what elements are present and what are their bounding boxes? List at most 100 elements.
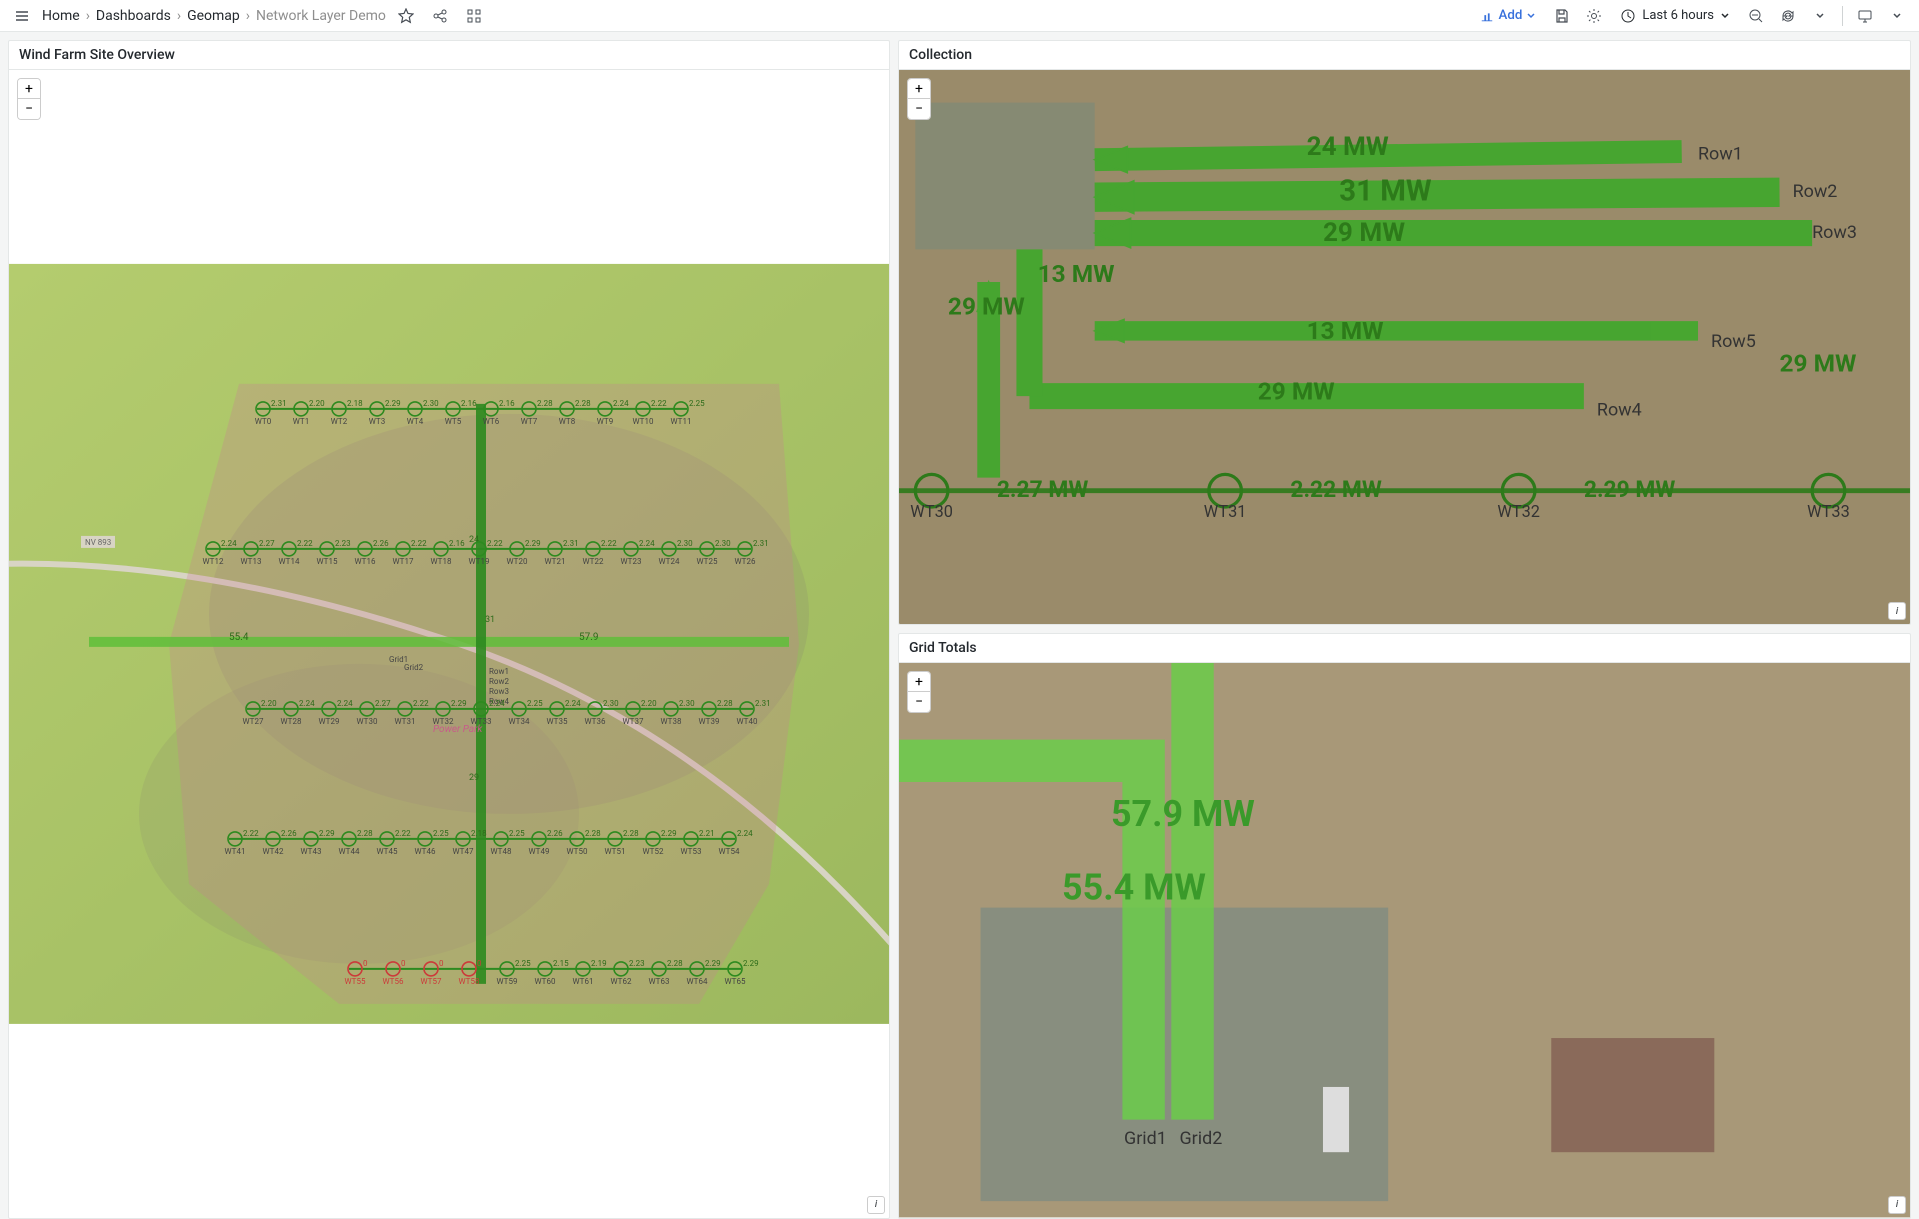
- turbine-label: WT10: [633, 417, 654, 426]
- breadcrumb-home[interactable]: Home: [42, 8, 80, 24]
- turbine-value: 2.25: [433, 829, 449, 838]
- panel-title[interactable]: Collection: [899, 41, 1910, 70]
- turbine-value: 2.25: [527, 699, 543, 708]
- svg-text:Grid2: Grid2: [404, 663, 424, 672]
- turbine-value: 2.25: [689, 399, 705, 408]
- turbine-value: 2.24: [299, 699, 315, 708]
- turbine-label: WT11: [671, 417, 692, 426]
- turbine-label: WT33: [471, 717, 492, 726]
- zoom-out-button[interactable]: −: [908, 99, 930, 119]
- turbine-label: WT65: [725, 977, 746, 986]
- turbine-label: WT53: [681, 847, 702, 856]
- turbine-value: 2.24: [639, 539, 655, 548]
- add-button[interactable]: Add: [1472, 4, 1544, 27]
- turbine-value: 2.29: [743, 959, 759, 968]
- turbine-label: WT56: [383, 977, 404, 986]
- turbine-value: 2.29: [319, 829, 335, 838]
- svg-text:24 MW: 24 MW: [1307, 132, 1389, 162]
- turbine-value: 2.28: [717, 699, 733, 708]
- turbine-value: 2.23: [335, 539, 351, 548]
- panel-grid-totals: Grid Totals +− i 57.9 MW 55.4 MW Grid1 G…: [898, 633, 1911, 1218]
- monitor-icon[interactable]: [1851, 2, 1879, 30]
- turbine-label: WT52: [643, 847, 664, 856]
- turbine-value: 2.29: [385, 399, 401, 408]
- panel-title[interactable]: Grid Totals: [899, 634, 1910, 663]
- turbine-label: WT54: [719, 847, 740, 856]
- svg-text:29 MW: 29 MW: [1323, 218, 1405, 248]
- svg-text:Row2: Row2: [489, 677, 510, 686]
- turbine-value: 2.28: [575, 399, 591, 408]
- turbine-label: WT48: [491, 847, 512, 856]
- chevron-down-icon[interactable]: [1883, 2, 1911, 30]
- svg-text:Row2: Row2: [1793, 181, 1838, 202]
- turbine-value: 0: [401, 959, 406, 968]
- apps-icon[interactable]: [460, 2, 488, 30]
- turbine-value: 2.16: [449, 539, 465, 548]
- turbine-label: WT50: [567, 847, 588, 856]
- turbine-label: WT25: [697, 557, 718, 566]
- turbine-label: WT4: [407, 417, 424, 426]
- overview-map[interactable]: NV 893 55.4 57.9 24 31 29 Grid1 Grid2 Ro…: [9, 70, 889, 1218]
- zoom-in-button[interactable]: +: [18, 79, 40, 99]
- turbine-value: 2.22: [243, 829, 259, 838]
- turbine-label: WT31: [395, 717, 416, 726]
- zoom-in-button[interactable]: +: [908, 79, 930, 99]
- zoom-out-button[interactable]: −: [18, 99, 40, 119]
- turbine-value: 2.24: [337, 699, 353, 708]
- panel-title[interactable]: Wind Farm Site Overview: [9, 41, 889, 70]
- turbine-value: 2.26: [373, 539, 389, 548]
- refresh-dropdown-icon[interactable]: [1806, 2, 1834, 30]
- turbine-label: WT43: [301, 847, 322, 856]
- turbine-label: WT47: [453, 847, 474, 856]
- save-icon[interactable]: [1548, 2, 1576, 30]
- turbine-value: 2.31: [271, 399, 287, 408]
- svg-text:Row3: Row3: [1812, 222, 1857, 243]
- turbine-label: WT32: [1497, 502, 1540, 521]
- turbine-value: 2.27: [259, 539, 275, 548]
- turbine-label: WT31: [1204, 502, 1247, 521]
- turbine-value: 2.19: [591, 959, 607, 968]
- turbine-label: WT5: [445, 417, 462, 426]
- svg-text:Row3: Row3: [489, 687, 509, 696]
- collection-map[interactable]: 24 MW 31 MW 29 MW 13 MW 29 MW 13 MW 29 M…: [899, 70, 1910, 624]
- turbine-value: 2.18: [471, 829, 487, 838]
- turbine-label: WT14: [279, 557, 300, 566]
- menu-icon[interactable]: [8, 2, 36, 30]
- turbine-label: WT62: [611, 977, 632, 986]
- svg-text:Row5: Row5: [1711, 331, 1756, 352]
- turbine-label: WT3: [369, 417, 385, 426]
- turbine-label: WT41: [225, 847, 246, 856]
- breadcrumb-geomap[interactable]: Geomap: [187, 8, 240, 24]
- zoom-out-icon[interactable]: [1742, 2, 1770, 30]
- zoom-in-button[interactable]: +: [908, 672, 930, 692]
- turbine-label: WT36: [585, 717, 606, 726]
- turbine-value: 2.18: [347, 399, 363, 408]
- turbine-label: WT0: [255, 417, 272, 426]
- svg-text:Grid1: Grid1: [1124, 1128, 1167, 1149]
- breadcrumb-dashboards[interactable]: Dashboards: [96, 8, 171, 24]
- svg-text:55.4: 55.4: [229, 632, 249, 643]
- share-icon[interactable]: [426, 2, 454, 30]
- grid-map[interactable]: 57.9 MW 55.4 MW Grid1 Grid2: [899, 663, 1910, 1217]
- svg-text:29 MW: 29 MW: [1780, 349, 1857, 378]
- turbine-value: 2.25: [515, 959, 531, 968]
- turbine-label: WT6: [483, 417, 500, 426]
- svg-text:29 MW: 29 MW: [1258, 376, 1335, 405]
- turbine-label: WT38: [661, 717, 682, 726]
- turbine-value: 2.28: [357, 829, 373, 838]
- settings-icon[interactable]: [1580, 2, 1608, 30]
- turbine-value: 2.28: [537, 399, 553, 408]
- turbine-label: WT61: [573, 977, 594, 986]
- attribution-icon[interactable]: i: [1888, 602, 1906, 620]
- attribution-icon[interactable]: i: [867, 1196, 885, 1214]
- turbine-label: WT64: [687, 977, 708, 986]
- zoom-out-button[interactable]: −: [908, 692, 930, 712]
- turbine-value: 2.24: [489, 699, 505, 708]
- turbine-value: 2.22: [601, 539, 617, 548]
- attribution-icon[interactable]: i: [1888, 1196, 1906, 1214]
- star-icon[interactable]: [392, 2, 420, 30]
- refresh-icon[interactable]: [1774, 2, 1802, 30]
- time-range-picker[interactable]: Last 6 hours: [1612, 4, 1738, 28]
- turbine-label: WT16: [355, 557, 376, 566]
- breadcrumb-current: Network Layer Demo: [256, 8, 386, 24]
